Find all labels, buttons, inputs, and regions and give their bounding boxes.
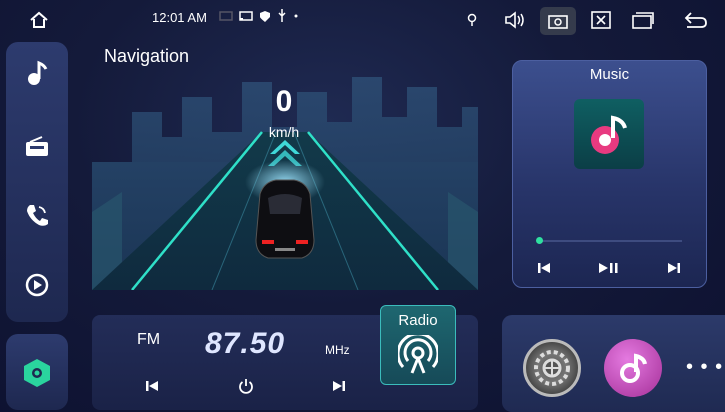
previous-icon[interactable] (536, 260, 552, 276)
navigation-title: Navigation (104, 46, 190, 66)
radio-previous-icon[interactable] (144, 378, 160, 394)
radio-unit: MHz (325, 343, 350, 357)
play-pause-icon[interactable] (596, 260, 620, 276)
multi-window-icon[interactable] (630, 9, 656, 31)
side-dock (6, 42, 68, 322)
home-icon[interactable] (28, 10, 50, 30)
phone-icon[interactable] (18, 196, 56, 234)
dot-icon (293, 10, 299, 22)
status-bar: 12:01 AM (0, 0, 725, 40)
radio-icon[interactable] (18, 128, 56, 166)
radio-frequency: 87.50 (205, 327, 286, 360)
music-card[interactable] (512, 60, 707, 288)
radio-app-label: Radio (398, 312, 438, 329)
music-progress-thumb[interactable] (536, 237, 543, 244)
music-progress-track[interactable] (538, 240, 682, 242)
location-icon (465, 12, 479, 28)
speed-value: 0 (275, 85, 293, 118)
more-apps-icon[interactable]: • • • (686, 356, 723, 379)
back-icon[interactable] (682, 9, 710, 31)
music-note-icon[interactable] (18, 54, 56, 92)
radio-band: FM (137, 331, 161, 348)
radio-next-icon[interactable] (331, 378, 347, 394)
power-icon[interactable] (237, 377, 255, 395)
settings-app-icon[interactable] (523, 339, 581, 397)
cast-icon (239, 10, 253, 22)
music-app-icon[interactable] (604, 339, 662, 397)
music-title: Music (589, 66, 630, 83)
screenshot-icon[interactable] (540, 7, 576, 35)
speed-unit: km/h (268, 124, 300, 140)
close-window-icon[interactable] (589, 9, 613, 31)
next-icon[interactable] (666, 260, 682, 276)
usb-icon (277, 9, 287, 22)
volume-icon[interactable] (502, 9, 528, 31)
launcher-icon[interactable] (18, 354, 56, 392)
screen-icon (219, 10, 233, 22)
antenna-icon (396, 333, 440, 377)
status-time: 12:01 AM (152, 10, 207, 25)
play-icon[interactable] (18, 266, 56, 304)
shield-icon (259, 10, 271, 22)
launcher-dock (6, 334, 68, 410)
music-album-art[interactable] (574, 99, 644, 169)
status-indicators (219, 9, 299, 22)
